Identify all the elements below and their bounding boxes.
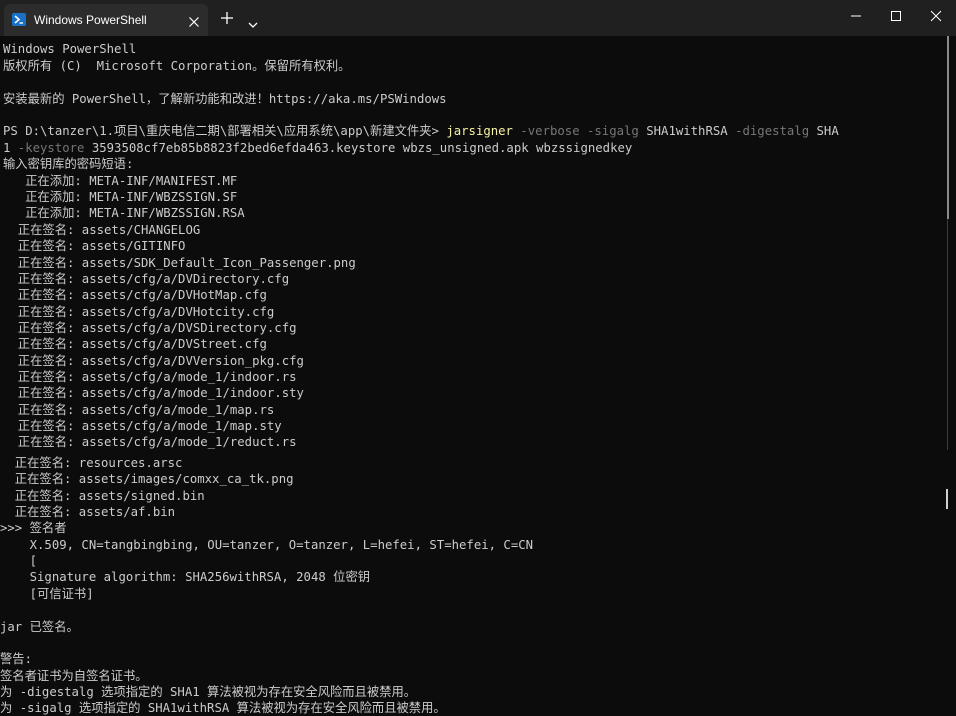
- command-param: -verbose -sigalg: [512, 124, 647, 138]
- scrollbar-thumb-upper[interactable]: [947, 36, 949, 219]
- output-line: 正在签名: assets/images/comxx_ca_tk.png: [0, 472, 294, 486]
- output-line: Signature algorithm: SHA256withRSA, 2048…: [0, 570, 371, 584]
- output-line: 正在签名: resources.arsc: [0, 456, 183, 470]
- title-bar: Windows PowerShell: [0, 0, 956, 36]
- minimize-icon[interactable]: [848, 8, 864, 24]
- output-line: 正在签名: assets/cfg/a/DVVersion_pkg.cfg: [3, 354, 304, 368]
- command-param: -keystore: [10, 141, 92, 155]
- output-line: 正在签名: assets/cfg/a/DVSDirectory.cfg: [3, 321, 297, 335]
- output-line: 正在签名: assets/cfg/a/mode_1/map.rs: [3, 403, 275, 417]
- output-line: 正在添加: META-INF/WBZSSIGN.RSA: [3, 206, 245, 220]
- output-line: 正在签名: assets/cfg/a/mode_1/indoor.rs: [3, 370, 297, 384]
- command-param: -digestalg: [727, 124, 817, 138]
- output-line: 警告:: [0, 652, 32, 666]
- output-line: 正在签名: assets/cfg/a/DVStreet.cfg: [3, 337, 267, 351]
- banner-line: 安装最新的 PowerShell，了解新功能和改进！https://aka.ms…: [3, 92, 447, 106]
- banner-line: Windows PowerShell: [3, 42, 137, 56]
- output-line: 签名者证书为自签名证书。: [0, 669, 148, 683]
- output-line: 为 -sigalg 选项指定的 SHA1withRSA 算法被视为存在安全风险而…: [0, 701, 446, 715]
- command-arg: SHA: [816, 124, 839, 138]
- prompt-text: PS D:\tanzer\1.项目\重庆电信二期\部署相关\应用系统\app\新…: [3, 124, 447, 138]
- output-line: >>> 签名者: [0, 521, 67, 535]
- output-line: 正在签名: assets/signed.bin: [0, 489, 205, 503]
- tab-title: Windows PowerShell: [34, 13, 147, 27]
- scrollbar-thumb-lower[interactable]: [946, 489, 948, 509]
- output-line: jar 已签名。: [0, 620, 79, 634]
- output-line: 正在签名: assets/GITINFO: [3, 239, 186, 253]
- dropdown-chevron-icon[interactable]: [248, 14, 258, 33]
- scrollbar-track-upper: [947, 219, 948, 450]
- command-arg: SHA1withRSA: [646, 124, 728, 138]
- command-exe: jarsigner: [446, 124, 513, 138]
- maximize-icon[interactable]: [888, 8, 904, 24]
- tab-windows-powershell[interactable]: Windows PowerShell: [4, 4, 208, 36]
- new-tab-icon[interactable]: [220, 10, 234, 29]
- output-line: 正在签名: assets/af.bin: [0, 505, 176, 519]
- output-line: 正在签名: assets/cfg/a/DVHotcity.cfg: [3, 305, 275, 319]
- command-line-wrap: 1 -keystore 3593508cf7eb85b8823f2bed6efd…: [3, 140, 632, 156]
- banner-line: 版权所有 (C) Microsoft Corporation。保留所有权利。: [3, 59, 351, 73]
- output-line: 为 -digestalg 选项指定的 SHA1 算法被视为存在安全风险而且被禁用…: [0, 685, 417, 699]
- terminal-pane-lower[interactable]: 正在签名: resources.arsc 正在签名: assets/images…: [0, 450, 950, 716]
- output-line: 正在添加: META-INF/WBZSSIGN.SF: [3, 190, 238, 204]
- output-line: 正在签名: assets/cfg/a/mode_1/reduct.rs: [3, 435, 297, 449]
- command-arg: 3593508cf7eb85b8823f2bed6efda463.keystor…: [91, 141, 633, 155]
- output-line: 正在签名: assets/cfg/a/DVHotMap.cfg: [3, 288, 267, 302]
- output-line: 正在签名: assets/CHANGELOG: [3, 223, 201, 237]
- output-line: 正在签名: assets/cfg/a/DVDirectory.cfg: [3, 272, 290, 286]
- command-line: PS D:\tanzer\1.项目\重庆电信二期\部署相关\应用系统\app\新…: [3, 123, 839, 139]
- output-line: 正在签名: assets/SDK_Default_Icon_Passenger.…: [3, 256, 356, 270]
- terminal-pane-upper[interactable]: Windows PowerShell 版权所有 (C) Microsoft Co…: [0, 36, 950, 450]
- output-line: [: [0, 554, 38, 568]
- output-line: 正在签名: assets/cfg/a/mode_1/indoor.sty: [3, 386, 304, 400]
- close-window-icon[interactable]: [928, 8, 944, 24]
- scrollbar-track[interactable]: [950, 36, 956, 716]
- powershell-icon: [12, 13, 26, 26]
- output-line: X.509, CN=tangbingbing, OU=tanzer, O=tan…: [0, 538, 534, 552]
- input-prompt: 输入密钥库的密码短语:: [3, 157, 134, 171]
- tab-close-icon[interactable]: [188, 13, 200, 27]
- output-line: 正在添加: META-INF/MANIFEST.MF: [3, 174, 238, 188]
- output-line: 正在签名: assets/cfg/a/mode_1/map.sty: [3, 419, 282, 433]
- output-line: [可信证书]: [0, 587, 94, 601]
